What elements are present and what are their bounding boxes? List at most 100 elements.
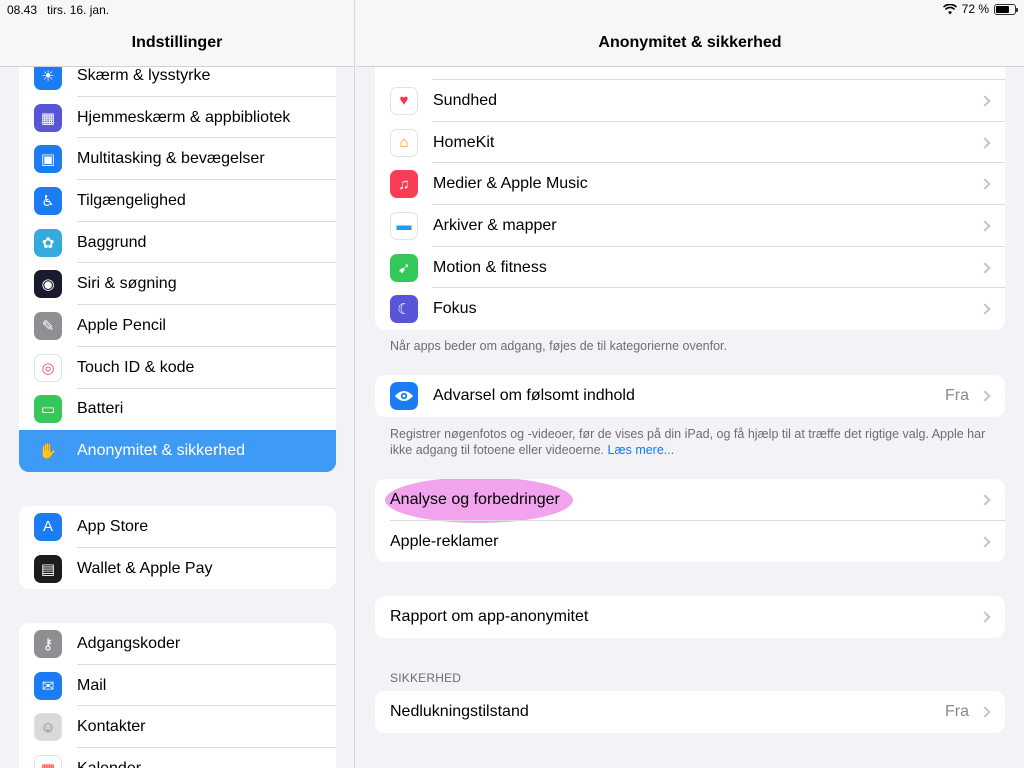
row-medier-apple-music[interactable]: ♫ Medier & Apple Music xyxy=(375,163,1005,206)
row-kontakter[interactable]: ☺ Kontakter xyxy=(19,706,336,749)
lockdown-mode-row[interactable]: Nedlukningstilstand Fra xyxy=(375,691,1005,733)
row-apple-reklamer[interactable]: Apple-reklamer xyxy=(375,521,1005,563)
grid-icon: ▦ xyxy=(34,103,62,132)
row-tilgængelighed[interactable]: ♿ Tilgængelighed xyxy=(19,180,336,222)
row-multitasking-bevægelser[interactable]: ▣ Multitasking & bevægelser xyxy=(19,138,336,181)
moon-icon: ☾ xyxy=(390,295,418,324)
row-apple-pencil[interactable]: ✎ Apple Pencil xyxy=(19,305,336,347)
app-privacy-report-row[interactable]: Rapport om app-anonymitet xyxy=(375,596,1005,638)
chevron-right-icon xyxy=(979,611,991,623)
row-label: Kontakter xyxy=(77,718,146,736)
sidebar-title: Indstillinger xyxy=(131,34,223,51)
row-homekit[interactable]: ⌂ HomeKit xyxy=(375,122,1005,164)
row-label: Wallet & Apple Pay xyxy=(77,559,213,577)
row-motion-fitness[interactable]: ➹ Motion & fitness xyxy=(375,247,1005,289)
detail-title: Anonymitet & sikkerhed xyxy=(598,34,782,51)
learn-more-link[interactable]: Læs mere... xyxy=(608,443,675,457)
siri-icon: ◉ xyxy=(34,270,62,299)
apps-footer: Når apps beder om adgang, føjes de til k… xyxy=(390,339,728,353)
chevron-right-icon xyxy=(979,706,991,718)
wifi-icon xyxy=(942,3,957,14)
row-label: HomeKit xyxy=(433,133,495,151)
accessibility-icon: ♿ xyxy=(34,186,62,215)
sensitive-group: Advarsel om følsomt indhold Fra xyxy=(375,375,1005,417)
row-label: Touch ID & kode xyxy=(77,358,195,376)
hand-icon: ✋ xyxy=(38,443,58,461)
contacts-icon: ☺ xyxy=(34,713,62,742)
sensitive-footer: Registrer nøgenfotos og -videoer, før de… xyxy=(390,427,986,457)
key-icon: ⚷ xyxy=(34,629,62,658)
row-adgangskoder[interactable]: ⚷ Adgangskoder xyxy=(19,623,336,665)
row-label: Hjemmeskærm & appbibliotek xyxy=(77,108,291,126)
chevron-right-icon xyxy=(979,261,991,274)
sidebar-group-store: A App Store ▤ Wallet & Apple Pay xyxy=(19,506,336,590)
status-right: 72 % xyxy=(942,2,1018,16)
row-label: Mail xyxy=(77,676,107,694)
row-label: Batteri xyxy=(77,400,124,418)
battery-percent: 72 % xyxy=(961,2,989,16)
mail-icon: ✉ xyxy=(34,671,62,700)
analytics-group: Analyse og forbedringer Apple-reklamer xyxy=(375,479,1005,563)
status-time-date: 08.43 tirs. 16. jan. xyxy=(7,3,110,17)
sensitive-content-value: Fra xyxy=(945,386,969,404)
app-permissions-group: ♥ Sundhed ⌂ HomeKit ♫ Medier & Apple Music ▬ Ar… xyxy=(375,38,1005,331)
row-label: Baggrund xyxy=(77,233,147,251)
security-group: Nedlukningstilstand Fra xyxy=(375,691,1005,733)
row-label: Analyse og forbedringer xyxy=(390,490,560,508)
row-label: Motion & fitness xyxy=(433,258,547,276)
row-label: Multitasking & bevægelser xyxy=(77,150,265,168)
row-arkiver-mapper[interactable]: ▬ Arkiver & mapper xyxy=(375,205,1005,247)
battery-icon: ▭ xyxy=(34,395,62,424)
row-fokus[interactable]: ☾ Fokus xyxy=(375,288,1005,330)
row-touch-id-kode[interactable]: ◎ Touch ID & kode xyxy=(19,347,336,389)
flower-icon: ✿ xyxy=(34,228,62,257)
sidebar: Indstillinger ☀ Skærm & lysstyrke ▦ Hjemmes… xyxy=(0,0,355,768)
wallet-icon: ▤ xyxy=(34,554,62,583)
separator xyxy=(432,79,1005,80)
row-label: Adgangskoder xyxy=(77,634,181,652)
multitasking-icon: ▣ xyxy=(34,145,62,174)
battery-icon xyxy=(994,3,1018,15)
row-wallet-apple-pay[interactable]: ▤ Wallet & Apple Pay xyxy=(19,548,336,590)
eye-icon xyxy=(390,381,418,410)
row-app-store[interactable]: A App Store xyxy=(19,506,336,548)
music-icon: ♫ xyxy=(390,170,418,199)
row-label: Arkiver & mapper xyxy=(433,216,557,234)
row-label: Skærm & lysstyrke xyxy=(77,66,211,84)
chevron-right-icon xyxy=(979,303,991,315)
chevron-right-icon xyxy=(979,178,991,190)
status-bar: 08.43 tirs. 16. jan. 72 % xyxy=(0,0,1024,20)
report-group: Rapport om app-anonymitet xyxy=(375,596,1005,638)
sidebar-group-accounts: ⚷ Adgangskoder ✉ Mail ☺ Kontakter ▦ Kalender xyxy=(19,623,336,768)
row-analyse-og-forbedringer[interactable]: Analyse og forbedringer xyxy=(375,479,1005,523)
pencil-icon: ✎ xyxy=(34,311,62,340)
lockdown-mode-label: Nedlukningstilstand xyxy=(390,702,529,720)
row-label: Apple Pencil xyxy=(77,316,166,334)
chevron-right-icon xyxy=(979,220,991,232)
calendar-icon: ▦ xyxy=(34,754,62,768)
row-label: Anonymitet & sikkerhed xyxy=(77,442,246,460)
row-baggrund[interactable]: ✿ Baggrund xyxy=(19,222,336,264)
row-label: Kalender xyxy=(77,760,336,768)
chevron-right-icon xyxy=(979,390,991,402)
row-sundhed[interactable]: ♥ Sundhed xyxy=(375,80,1005,122)
row-label: Sundhed xyxy=(433,91,498,109)
sensitive-content-row[interactable]: Advarsel om følsomt indhold Fra xyxy=(375,375,1005,417)
row-anonymitet-sikkerhed[interactable]: ✋ Anonymitet & sikkerhed xyxy=(19,430,336,472)
row-hjemmeskærm-appbibliotek[interactable]: ▦ Hjemmeskærm & appbibliotek xyxy=(19,97,336,139)
sensitive-content-label: Advarsel om følsomt indhold xyxy=(433,386,635,404)
row-mail[interactable]: ✉ Mail xyxy=(19,665,336,707)
chevron-right-icon xyxy=(979,95,991,107)
sidebar-group-main: ☀ Skærm & lysstyrke ▦ Hjemmeskærm & appbibl… xyxy=(19,55,336,472)
running-icon: ➹ xyxy=(390,253,418,282)
heart-icon: ♥ xyxy=(390,86,418,115)
row-label: Medier & Apple Music xyxy=(433,175,588,193)
chevron-right-icon xyxy=(979,494,991,506)
chevron-right-icon xyxy=(979,535,991,548)
row-kalender[interactable]: ▦ Kalender xyxy=(19,748,336,768)
row-label: Fokus xyxy=(433,300,477,318)
row-label: Siri & søgning xyxy=(77,275,177,293)
row-label: Tilgængelighed xyxy=(77,191,186,209)
row-batteri[interactable]: ▭ Batteri xyxy=(19,389,336,431)
row-siri-søgning[interactable]: ◉ Siri & søgning xyxy=(19,263,336,306)
